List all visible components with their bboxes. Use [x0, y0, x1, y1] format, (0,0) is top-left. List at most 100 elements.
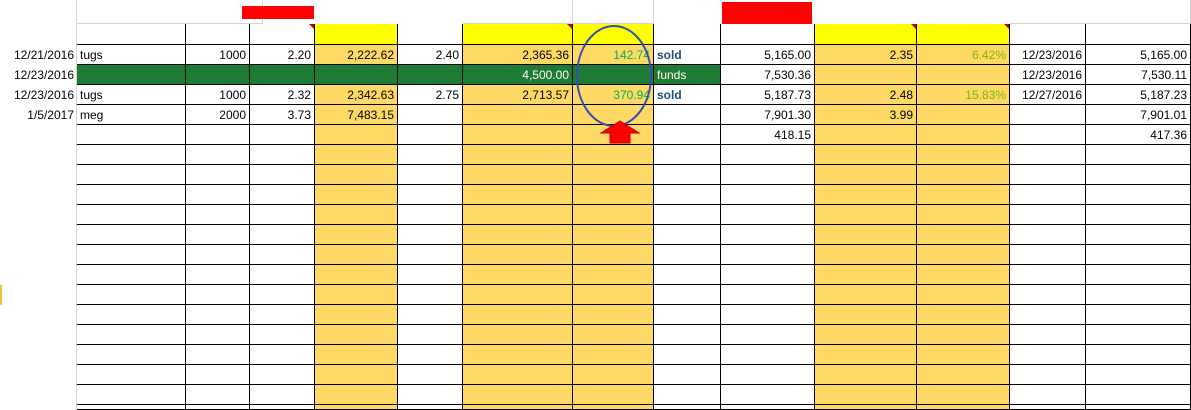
cell-sold-date[interactable] [1010, 185, 1086, 205]
cell-price[interactable] [250, 205, 315, 225]
cell-total-cost[interactable] [315, 165, 398, 185]
cell-sold-date[interactable] [1010, 305, 1086, 325]
cell-price[interactable]: 2.20 [250, 45, 315, 65]
cell-sold-date[interactable] [1010, 345, 1086, 365]
cell-target-price[interactable] [815, 245, 917, 265]
cell-date[interactable] [0, 205, 77, 225]
cell-sold-date[interactable]: 12/27/2016 [1010, 85, 1086, 105]
cell-buying-power[interactable]: 7,901.30 [721, 105, 815, 125]
cell-target-price[interactable] [815, 285, 917, 305]
header-target-price[interactable] [815, 24, 917, 45]
cell-buying-power-2[interactable] [1086, 365, 1191, 385]
cell-gain-loss[interactable] [573, 205, 654, 225]
cell-gain-loss[interactable]: 142.74 [573, 45, 654, 65]
cell-remarks[interactable] [654, 205, 721, 225]
cell-total[interactable]: 2,713.57 [463, 85, 573, 105]
cell-price[interactable] [250, 305, 315, 325]
cell-buying-power-2[interactable]: 5,187.23 [1086, 85, 1191, 105]
cell-date[interactable] [0, 225, 77, 245]
cell-gain-loss[interactable] [573, 405, 654, 410]
cell-sold-date[interactable] [1010, 405, 1086, 410]
cell-buying-power[interactable] [721, 325, 815, 345]
cell-sold-date[interactable] [1010, 125, 1086, 145]
cell-sold[interactable] [398, 225, 463, 245]
cell-sold[interactable] [398, 185, 463, 205]
cell-percent-profit[interactable] [917, 285, 1010, 305]
cell-buying-power-2[interactable] [1086, 165, 1191, 185]
cell-target-price[interactable] [815, 305, 917, 325]
cell-sold-date[interactable] [1010, 205, 1086, 225]
cell-sold[interactable] [398, 365, 463, 385]
cell-buying-power[interactable] [721, 185, 815, 205]
cell-buying-power[interactable]: 418.15 [721, 125, 815, 145]
cell-shares[interactable] [186, 285, 250, 305]
cell-shares[interactable] [186, 365, 250, 385]
cell-shares[interactable] [186, 405, 250, 410]
cell-target-price[interactable]: 2.48 [815, 85, 917, 105]
cell-sold[interactable] [398, 125, 463, 145]
cell-gain-loss[interactable] [573, 385, 654, 405]
title-cell[interactable] [77, 0, 263, 24]
cell-date[interactable] [0, 145, 77, 165]
cell-sold-date[interactable] [1010, 385, 1086, 405]
cell-shares[interactable] [186, 145, 250, 165]
cell-date[interactable] [0, 165, 77, 185]
cell-target-price[interactable] [815, 345, 917, 365]
cell-total[interactable] [463, 265, 573, 285]
cell-total-cost[interactable] [315, 365, 398, 385]
cell-total[interactable] [463, 345, 573, 365]
cell-remarks[interactable] [654, 325, 721, 345]
cell-percent-profit[interactable] [917, 65, 1010, 85]
cell-total-cost[interactable] [315, 285, 398, 305]
cell-stock-code[interactable] [77, 225, 186, 245]
cell-remarks[interactable] [654, 105, 721, 125]
header-price[interactable] [250, 24, 315, 45]
cell-price[interactable] [250, 325, 315, 345]
total-funds-label[interactable] [463, 0, 573, 24]
cell-sold-date[interactable] [1010, 265, 1086, 285]
cell-buying-power[interactable] [721, 265, 815, 285]
header-percent-profit[interactable] [917, 24, 1010, 45]
cell-shares[interactable] [186, 165, 250, 185]
cell-stock-code[interactable] [77, 285, 186, 305]
cell-stock-code[interactable] [77, 365, 186, 385]
cell-percent-profit[interactable] [917, 105, 1010, 125]
header-date[interactable] [0, 24, 77, 45]
cell-sold[interactable]: 2.40 [398, 45, 463, 65]
cell-buying-power[interactable] [721, 145, 815, 165]
cell-remarks[interactable] [654, 165, 721, 185]
cell-total-cost[interactable] [315, 305, 398, 325]
cell-buying-power[interactable] [721, 165, 815, 185]
cell-buying-power[interactable]: 7,530.36 [721, 65, 815, 85]
cell-buying-power-2[interactable] [1086, 325, 1191, 345]
cell-stock-code[interactable] [77, 205, 186, 225]
cell-sold[interactable] [398, 305, 463, 325]
cell-shares[interactable]: 1000 [186, 85, 250, 105]
cell-price[interactable] [250, 245, 315, 265]
cell-buying-power-2[interactable] [1086, 305, 1191, 325]
cell-remarks[interactable] [654, 225, 721, 245]
cell-buying-power[interactable] [721, 205, 815, 225]
cell-sold-date[interactable]: 12/23/2016 [1010, 45, 1086, 65]
cell-stock-code[interactable] [77, 305, 186, 325]
cell-date[interactable] [0, 385, 77, 405]
cell-date[interactable] [0, 285, 77, 305]
cell-gain-loss[interactable] [573, 245, 654, 265]
cell-percent-profit[interactable] [917, 185, 1010, 205]
cell-sold-date[interactable] [1010, 165, 1086, 185]
cell-percent-profit[interactable] [917, 205, 1010, 225]
cell-total[interactable] [463, 125, 573, 145]
cell-total-cost[interactable] [315, 265, 398, 285]
cell-date[interactable] [0, 325, 77, 345]
cell-target-price[interactable] [815, 145, 917, 165]
cell-sold-date[interactable] [1010, 325, 1086, 345]
cell-total-cost[interactable]: 2,342.63 [315, 85, 398, 105]
cell-remarks[interactable] [654, 405, 721, 410]
cell-total-cost[interactable] [315, 225, 398, 245]
cell-shares[interactable] [186, 125, 250, 145]
cell-target-price[interactable] [815, 325, 917, 345]
cell-stock-code[interactable] [77, 125, 186, 145]
cell-remarks[interactable] [654, 285, 721, 305]
cell-remarks[interactable] [654, 265, 721, 285]
cell-buying-power-2[interactable] [1086, 345, 1191, 365]
